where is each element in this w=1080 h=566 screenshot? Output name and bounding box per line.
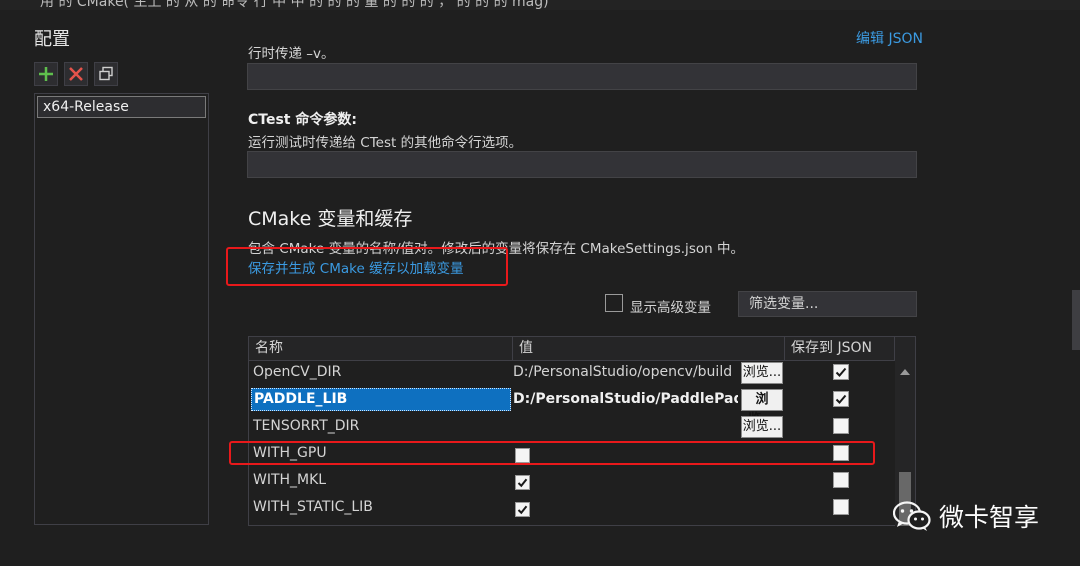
save-json-checkbox[interactable] <box>833 364 849 380</box>
value-checkbox[interactable] <box>515 502 530 517</box>
config-item-x64-release[interactable]: x64-Release <box>37 96 206 118</box>
close-icon <box>69 67 83 81</box>
table-row[interactable]: WITH_STATIC_LIB <box>249 494 889 521</box>
scroll-up-arrow-icon <box>900 369 910 375</box>
variable-name[interactable]: TENSORRT_DIR <box>253 413 359 440</box>
edit-json-link[interactable]: 编辑 JSON <box>856 28 923 48</box>
copy-config-button[interactable] <box>94 62 118 86</box>
variable-name[interactable]: PADDLE_LIB <box>251 388 511 411</box>
variable-name[interactable]: WITH_MKL <box>253 467 326 494</box>
checkmark-icon <box>517 505 528 515</box>
browse-button[interactable]: 浏览... <box>741 389 783 427</box>
prev-args-input[interactable] <box>247 63 917 90</box>
variable-name[interactable]: OpenCV_DIR <box>253 359 341 386</box>
ctest-args-input[interactable] <box>247 151 917 178</box>
copy-icon <box>99 66 113 81</box>
add-config-button[interactable] <box>34 62 58 86</box>
column-header-spacer <box>895 337 915 361</box>
checkmark-icon <box>835 367 847 377</box>
table-row[interactable]: OpenCV_DIR D:/PersonalStudio/opencv/buil… <box>249 359 889 386</box>
browse-button[interactable]: 浏览... <box>741 416 783 438</box>
column-header-value[interactable]: 值 <box>513 337 785 361</box>
browse-button[interactable]: 浏览... <box>741 362 783 384</box>
cmake-vars-title: CMake 变量和缓存 <box>248 208 413 230</box>
wechat-watermark: 微卡智享 <box>893 498 1039 534</box>
variable-value[interactable]: D:/PersonalStudio/PaddlePaddle <box>513 386 738 413</box>
ctest-args-label: CTest 命令参数: <box>248 112 357 128</box>
column-header-save-json[interactable]: 保存到 JSON <box>785 337 895 361</box>
cmake-variables-grid: 名称 值 保存到 JSON OpenCV_DIR D:/PersonalStud… <box>248 336 916 526</box>
value-checkbox[interactable] <box>515 475 530 490</box>
remove-config-button[interactable] <box>64 62 88 86</box>
save-json-checkbox[interactable] <box>833 391 849 407</box>
highlight-box-with-gpu <box>229 441 875 465</box>
top-cropped-text: 用 的 CMake( 主上 的 从 的 命令 行 中 中 的 的 的 量 的 的… <box>0 0 1080 10</box>
show-advanced-checkbox[interactable] <box>605 294 623 312</box>
prev-field-desc: 行时传递 –v。 <box>248 46 335 62</box>
show-advanced-label: 显示高级变量 <box>630 300 711 316</box>
filter-variables-input[interactable]: 筛选变量... <box>738 291 917 317</box>
plus-icon <box>39 67 53 81</box>
window-scrollbar-thumb[interactable] <box>1072 290 1080 350</box>
watermark-text: 微卡智享 <box>939 503 1040 532</box>
table-row-selected[interactable]: PADDLE_LIB D:/PersonalStudio/PaddlePaddl… <box>249 386 889 427</box>
save-json-checkbox[interactable] <box>833 499 849 515</box>
save-json-checkbox[interactable] <box>833 472 849 488</box>
table-row[interactable]: TENSORRT_DIR 浏览... <box>249 413 889 440</box>
column-header-name[interactable]: 名称 <box>249 337 513 361</box>
variable-name[interactable]: WITH_STATIC_LIB <box>253 494 373 521</box>
highlight-box-generate-link <box>226 247 508 286</box>
config-title: 配置 <box>34 29 70 50</box>
save-json-checkbox[interactable] <box>833 418 849 434</box>
variable-value[interactable]: D:/PersonalStudio/opencv/build <box>513 359 738 386</box>
config-list[interactable]: x64-Release <box>34 93 209 525</box>
table-row[interactable]: WITH_MKL <box>249 467 889 494</box>
checkmark-icon <box>835 394 847 404</box>
ctest-args-desc: 运行测试时传递给 CTest 的其他命令行选项。 <box>248 135 523 151</box>
wechat-logo-icon <box>893 501 931 531</box>
checkmark-icon <box>517 478 528 488</box>
